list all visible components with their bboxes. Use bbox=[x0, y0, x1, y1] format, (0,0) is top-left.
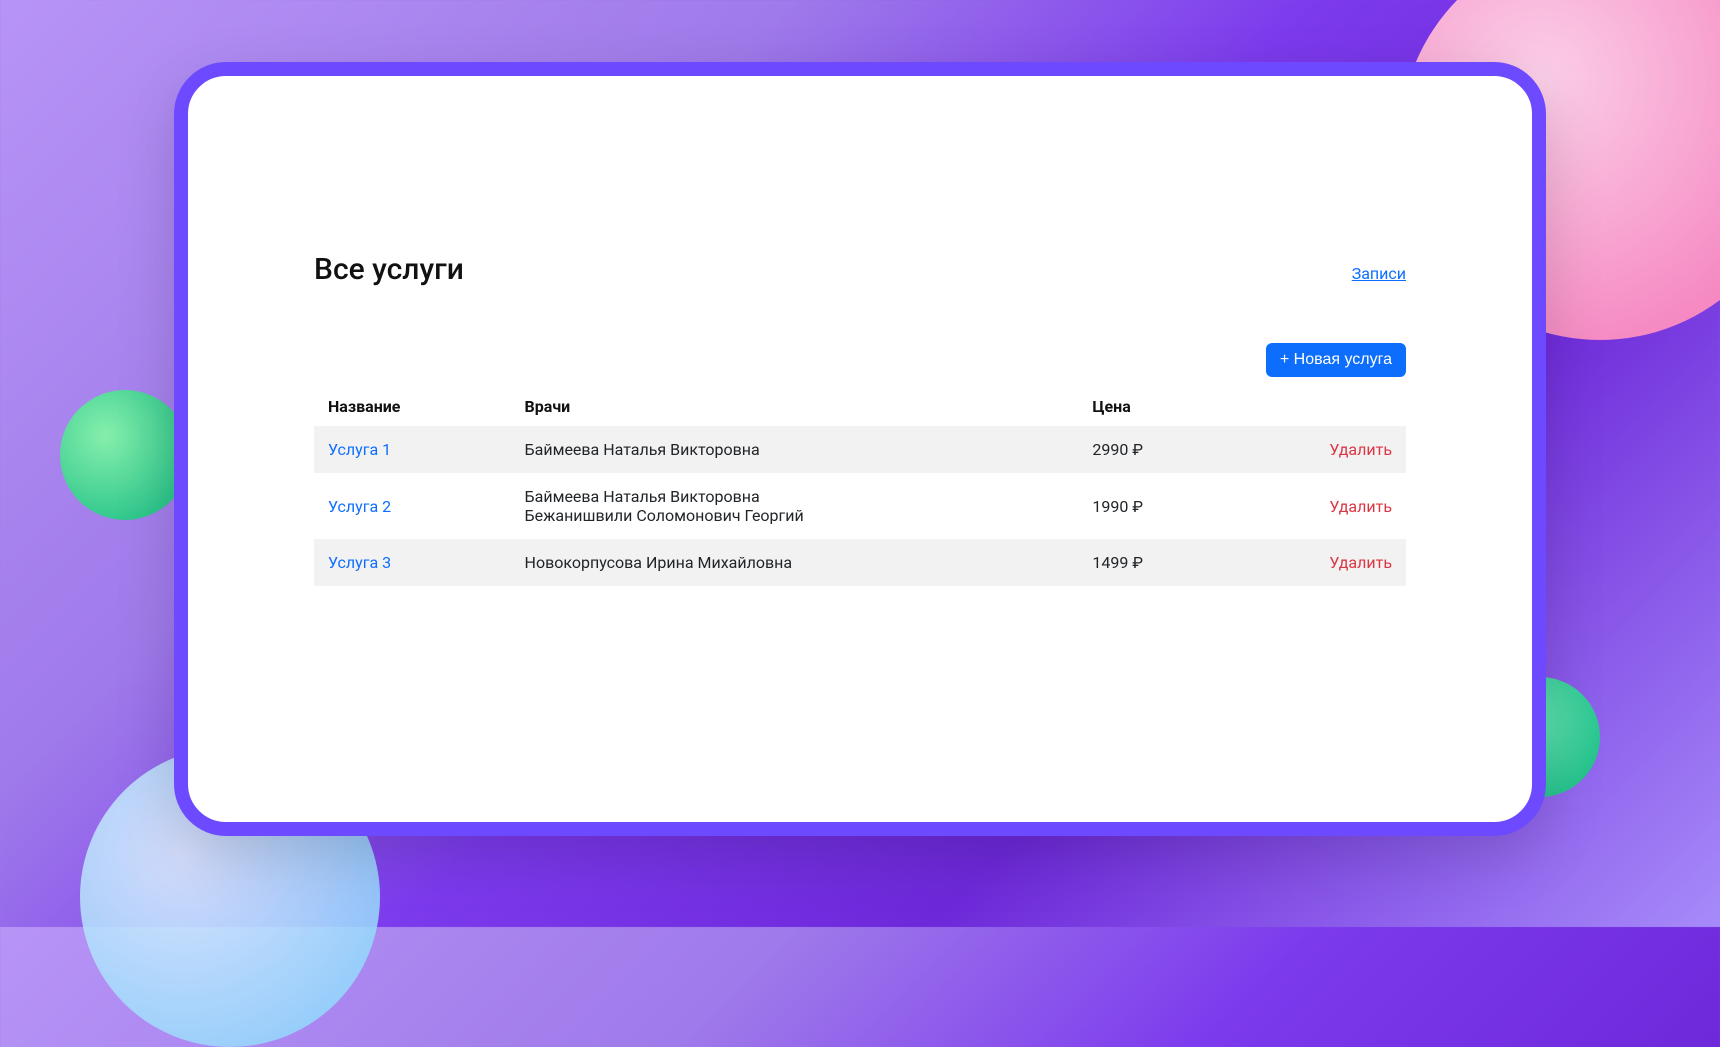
device-frame: Все услуги Записи + Новая услуга Названи… bbox=[174, 62, 1546, 836]
doctor-name: Новокорпусова Ирина Михайловна bbox=[525, 553, 1065, 572]
col-header-actions bbox=[1275, 387, 1406, 426]
table-header-row: Название Врачи Цена bbox=[314, 387, 1406, 426]
decor-circle-green-small bbox=[60, 390, 190, 520]
table-row: Услуга 1 Баймеева Наталья Викторовна 2990 … bbox=[314, 426, 1406, 473]
table-row: Услуга 3 Новокорпусова Ирина Михайловна 14… bbox=[314, 539, 1406, 586]
doctor-name: Бежанишвили Соломонович Георгий bbox=[525, 506, 1065, 525]
doctors-cell: Баймеева Наталья Викторовна bbox=[511, 426, 1079, 473]
new-service-button[interactable]: + Новая услуга bbox=[1266, 343, 1406, 377]
toolbar: + Новая услуга bbox=[314, 343, 1406, 377]
price-cell: 1990 ₽ bbox=[1078, 473, 1275, 539]
services-table: Название Врачи Цена Услуга 1 Баймеева Нат… bbox=[314, 387, 1406, 586]
price-cell: 2990 ₽ bbox=[1078, 426, 1275, 473]
service-link[interactable]: Услуга 2 bbox=[328, 497, 391, 516]
price-cell: 1499 ₽ bbox=[1078, 539, 1275, 586]
delete-link[interactable]: Удалить bbox=[1289, 553, 1392, 572]
col-header-price: Цена bbox=[1078, 387, 1275, 426]
page-header: Все услуги Записи bbox=[314, 252, 1406, 287]
doctors-cell: Новокорпусова Ирина Михайловна bbox=[511, 539, 1079, 586]
delete-link[interactable]: Удалить bbox=[1289, 497, 1392, 516]
col-header-name: Название bbox=[314, 387, 511, 426]
content-area: Все услуги Записи + Новая услуга Названи… bbox=[204, 92, 1516, 626]
page-title: Все услуги bbox=[314, 252, 464, 287]
service-link[interactable]: Услуга 3 bbox=[328, 553, 391, 572]
table-row: Услуга 2 Баймеева Наталья ВикторовнаБежан… bbox=[314, 473, 1406, 539]
records-link[interactable]: Записи bbox=[1352, 264, 1406, 283]
delete-link[interactable]: Удалить bbox=[1289, 440, 1392, 459]
doctor-name: Баймеева Наталья Викторовна bbox=[525, 440, 1065, 459]
service-link[interactable]: Услуга 1 bbox=[328, 440, 391, 459]
col-header-doctors: Врачи bbox=[511, 387, 1079, 426]
doctor-name: Баймеева Наталья Викторовна bbox=[525, 487, 1065, 506]
doctors-cell: Баймеева Наталья ВикторовнаБежанишвили С… bbox=[511, 473, 1079, 539]
app-stage: Все услуги Записи + Новая услуга Названи… bbox=[204, 92, 1516, 806]
